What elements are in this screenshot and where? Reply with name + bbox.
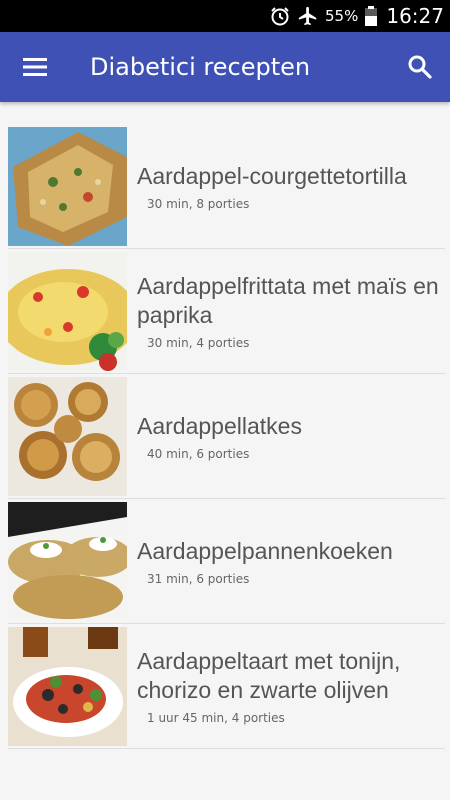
- recipe-meta: 40 min, 6 porties: [147, 446, 250, 461]
- airplane-icon: [297, 5, 319, 27]
- recipe-thumbnail: [8, 251, 127, 371]
- recipe-name: Aardappeltaart met tonijn, chorizo en zw…: [137, 648, 401, 703]
- recipe-meta: 31 min, 6 porties: [147, 571, 250, 586]
- hamburger-menu-icon: [23, 58, 47, 76]
- list-item[interactable]: Aardappel-courgettetortilla 30 min, 8 po…: [8, 124, 445, 249]
- status-bar: 55% 16:27: [0, 0, 450, 32]
- clock: 16:27: [386, 4, 444, 28]
- recipe-meta: 1 uur 45 min, 4 porties: [147, 711, 285, 725]
- list-item[interactable]: Aardappellatkes 40 min, 6 porties: [8, 374, 445, 499]
- search-button[interactable]: [390, 32, 450, 102]
- recipe-name: Aardappelpannenkoeken: [137, 537, 393, 564]
- list-item[interactable]: Aardappelpannenkoeken 31 min, 6 porties: [8, 499, 445, 624]
- battery-percent: 55%: [325, 7, 359, 25]
- recipe-thumbnail: [8, 501, 127, 621]
- recipe-list: Aardappel-courgettetortilla 30 min, 8 po…: [0, 102, 450, 749]
- list-item[interactable]: Aardappelfrittata met maïs en paprika 30…: [8, 249, 445, 374]
- recipe-meta: 30 min, 4 porties: [147, 336, 250, 350]
- alarm-clock-icon: [269, 5, 291, 27]
- battery-icon: [364, 5, 378, 27]
- recipe-thumbnail: [8, 126, 127, 246]
- list-item[interactable]: Aardappeltaart met tonijn, chorizo en zw…: [8, 624, 445, 749]
- recipe-thumbnail: [8, 376, 127, 496]
- page-title: Diabetici recepten: [90, 53, 311, 81]
- app-bar: Diabetici recepten: [0, 32, 450, 102]
- recipe-name: Aardappellatkes: [137, 412, 302, 439]
- recipe-thumbnail: [8, 626, 127, 746]
- recipe-name: Aardappel-courgettetortilla: [137, 162, 407, 189]
- recipe-name: Aardappelfrittata met maïs en paprika: [137, 273, 439, 328]
- menu-button[interactable]: [0, 32, 70, 102]
- search-icon: [408, 55, 432, 79]
- recipe-meta: 30 min, 8 porties: [147, 196, 250, 211]
